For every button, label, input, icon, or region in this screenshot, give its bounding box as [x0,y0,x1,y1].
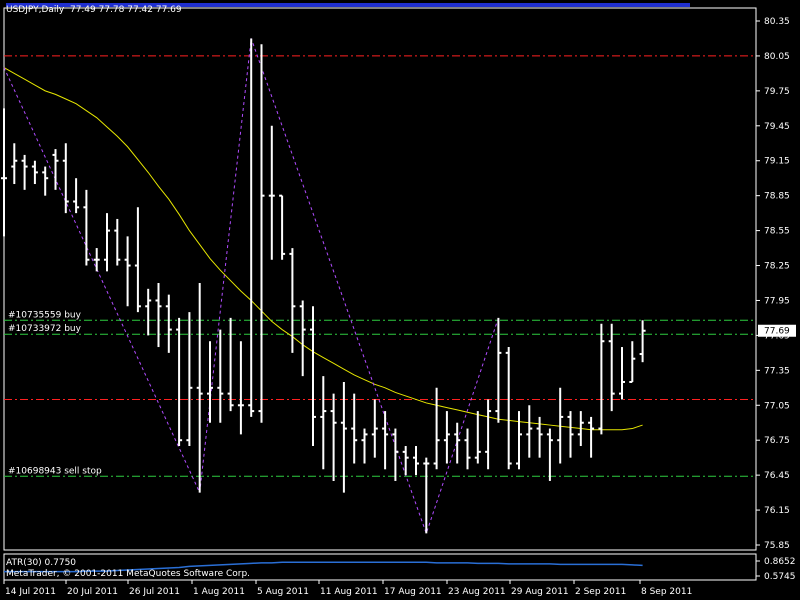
price-tick-label: 77.35 [764,366,790,376]
order-line-label: #10735559 buy [8,310,82,320]
price-tick-label: 76.45 [764,471,790,481]
time-tick-label: 23 Aug 2011 [448,587,506,597]
price-tick-label: 79.15 [764,157,790,167]
price-tick-label: 77.95 [764,296,790,306]
price-tick-label: 79.75 [764,87,790,97]
time-tick-label: 11 Aug 2011 [320,587,378,597]
time-tick-label: 5 Aug 2011 [257,587,309,597]
ohlc-values: 77.49 77.78 77.42 77.69 [69,5,182,15]
price-tick-label: 75.85 [764,541,790,551]
price-tick-label: 76.15 [764,506,790,516]
symbol-label: USDJPY,Daily [6,5,65,15]
price-tick-label: 78.55 [764,227,790,237]
price-tick-label: 78.25 [764,262,790,272]
order-line-label: #10698943 sell stop [8,466,102,476]
atr-label: ATR(30) 0.7750 [6,558,77,568]
price-tick-label: 80.35 [764,17,790,27]
time-tick-label: 29 Aug 2011 [511,587,569,597]
atr-tick-label: 0.5745 [764,572,796,582]
price-tick-label: 78.85 [764,192,790,202]
chart: #10735559 buy #10733972 buy #10698943 sell… [0,0,800,600]
time-tick-label: 14 Jul 2011 [5,587,56,597]
price-tick-label: 80.05 [764,52,790,62]
current-price-label: 77.69 [764,327,790,337]
time-tick-label: 17 Aug 2011 [384,587,442,597]
time-tick-label: 1 Aug 2011 [193,587,245,597]
atr-tick-label: 0.8652 [764,557,796,567]
time-tick-label: 2 Sep 2011 [575,587,626,597]
copyright: MetaTrader, © 2001-2011 MetaQuotes Softw… [6,569,251,579]
chart-title: USDJPY,Daily 77.49 77.78 77.42 77.69 [6,5,182,15]
price-tick-label: 76.75 [764,436,790,446]
price-tick-label: 77.05 [764,401,790,411]
time-tick-label: 8 Sep 2011 [641,587,692,597]
time-tick-label: 26 Jul 2011 [129,587,180,597]
price-tick-label: 79.45 [764,122,790,132]
order-line-label: #10733972 buy [8,324,82,334]
time-tick-label: 20 Jul 2011 [67,587,118,597]
